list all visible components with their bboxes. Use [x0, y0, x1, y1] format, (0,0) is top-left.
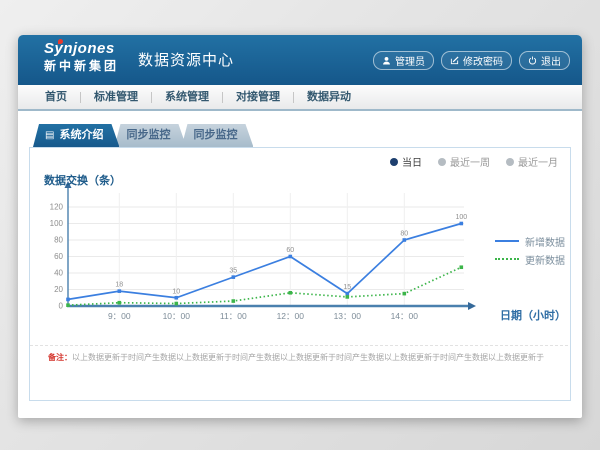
data-point [175, 296, 179, 300]
filter-today[interactable]: 当日 [390, 154, 422, 169]
filter-last-week[interactable]: 最近一周 [438, 154, 490, 169]
y-tick-label: 120 [50, 203, 64, 212]
data-point [460, 222, 464, 226]
y-axis-title: 数据交换（条） [44, 172, 121, 188]
data-point [66, 298, 70, 302]
point-label: 18 [115, 282, 123, 289]
x-tick-label: 13：00 [334, 311, 362, 321]
nav-item-standard-mgmt[interactable]: 标准管理 [81, 85, 151, 109]
y-tick-label: 80 [54, 236, 63, 245]
edit-icon [450, 56, 459, 65]
footnote-prefix: 备注： [48, 353, 72, 362]
tab-system-intro[interactable]: ▤ 系统介绍 [33, 124, 119, 147]
blue-line-swatch-icon [495, 240, 519, 242]
point-label: 35 [229, 268, 237, 275]
filter-label: 最近一周 [450, 154, 490, 169]
data-point [289, 291, 293, 295]
data-point [346, 295, 350, 299]
y-tick-label: 20 [54, 285, 63, 294]
radio-selected-icon [390, 158, 398, 166]
point-label: 10 [172, 288, 180, 295]
tab-sync-monitor-2[interactable]: 同步监控 [181, 124, 253, 147]
y-tick-label: 60 [54, 252, 63, 261]
data-point [232, 299, 236, 303]
point-label: 100 [455, 214, 467, 221]
x-axis-title: 日期（小时） [500, 307, 566, 323]
legend-item-new-data: 新增数据 [495, 232, 565, 250]
footnote: 备注：以上数据更新于时间产生数据以上数据更新于时间产生数据以上数据更新于时间产生… [48, 352, 568, 363]
app-window: Synjones 新中新集团 数据资源中心 管理员 修改密码 退出 [18, 35, 582, 418]
data-point [175, 302, 179, 306]
line-chart: 0 20 40 60 80 100 120 9：00 10：00 11：00 12：00 13：00 1… [38, 175, 498, 330]
desktop-background: Synjones 新中新集团 数据资源中心 管理员 修改密码 退出 [0, 0, 600, 450]
data-point [460, 265, 464, 269]
y-tick-label: 100 [50, 219, 64, 228]
logout-button[interactable]: 退出 [519, 51, 570, 70]
nav-item-interface-mgmt[interactable]: 对接管理 [223, 85, 293, 109]
radio-icon [438, 158, 446, 166]
admin-user-label: 管理员 [395, 53, 425, 68]
nav-item-home[interactable]: 首页 [32, 85, 80, 109]
logo-text-en: Synjones [44, 41, 119, 58]
filter-label: 最近一月 [518, 154, 558, 169]
nav-item-data-change[interactable]: 数据异动 [294, 85, 364, 109]
data-point [403, 292, 407, 296]
page-title: 数据资源中心 [138, 35, 234, 85]
filter-label: 当日 [402, 154, 422, 169]
tab-sync-monitor-1[interactable]: 同步监控 [114, 124, 186, 147]
document-icon: ▤ [45, 131, 54, 141]
radio-icon [506, 158, 514, 166]
data-point [118, 301, 122, 305]
y-tick-label: 40 [54, 269, 63, 278]
tab-bar: ▤ 系统介绍 同步监控 同步监控 [33, 124, 253, 147]
data-point [66, 303, 70, 307]
logout-label: 退出 [541, 53, 561, 68]
user-action-group: 管理员 修改密码 退出 [373, 51, 570, 70]
point-label: 80 [400, 231, 408, 238]
x-tick-label: 14：00 [391, 311, 419, 321]
admin-user-button[interactable]: 管理员 [373, 51, 434, 70]
green-dotted-swatch-icon [495, 258, 519, 260]
data-point [403, 238, 407, 242]
range-filter-group: 当日 最近一周 最近一月 [390, 154, 558, 169]
point-label: 60 [286, 247, 294, 254]
note-divider [30, 345, 568, 346]
user-icon [382, 56, 391, 65]
tab-label: 同步监控 [126, 129, 170, 141]
logo-accent-icon [58, 39, 63, 44]
data-point [118, 289, 122, 293]
company-logo: Synjones 新中新集团 [44, 41, 119, 73]
power-icon [528, 56, 537, 65]
chart-legend: 新增数据 更新数据 [495, 232, 565, 268]
legend-item-updated-data: 更新数据 [495, 250, 565, 268]
y-tick-label: 0 [59, 302, 64, 311]
data-point [289, 255, 293, 259]
x-tick-label: 11：00 [220, 311, 247, 321]
legend-label: 更新数据 [525, 252, 565, 267]
change-password-button[interactable]: 修改密码 [441, 51, 512, 70]
nav-item-system-mgmt[interactable]: 系统管理 [152, 85, 222, 109]
x-tick-label: 9：00 [108, 311, 131, 321]
footnote-text: 以上数据更新于时间产生数据以上数据更新于时间产生数据以上数据更新于时间产生数据以… [72, 353, 544, 362]
tab-label: 同步监控 [193, 129, 237, 141]
main-nav: 首页 标准管理 系统管理 对接管理 数据异动 [18, 85, 582, 111]
data-point [232, 275, 236, 279]
x-tick-label: 10：00 [163, 311, 191, 321]
filter-last-month[interactable]: 最近一月 [506, 154, 558, 169]
change-password-label: 修改密码 [463, 53, 503, 68]
logo-text-cn: 新中新集团 [44, 60, 119, 73]
x-axis-arrow-icon [468, 302, 476, 310]
x-tick-label: 12：00 [277, 311, 305, 321]
app-header: Synjones 新中新集团 数据资源中心 管理员 修改密码 退出 [18, 35, 582, 85]
tab-label: 系统介绍 [59, 124, 103, 147]
point-label: 15 [343, 284, 351, 291]
legend-label: 新增数据 [525, 234, 565, 249]
data-point [346, 292, 350, 296]
